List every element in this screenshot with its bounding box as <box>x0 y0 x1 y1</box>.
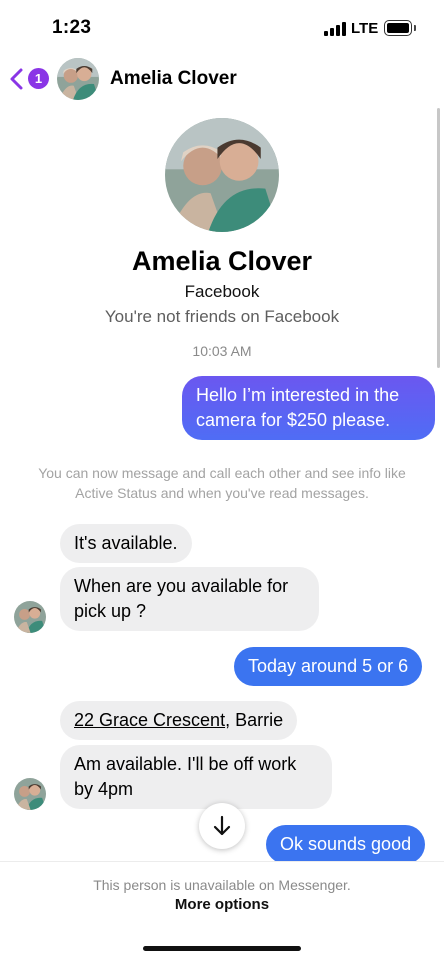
chat-title[interactable]: Amelia Clover <box>110 68 237 90</box>
unread-badge: 1 <box>28 68 49 89</box>
message-outgoing[interactable]: Today around 5 or 6 <box>234 647 423 686</box>
status-time: 1:23 <box>52 17 92 38</box>
scroll-to-bottom-button[interactable] <box>199 803 245 849</box>
more-options-link[interactable]: More options <box>0 896 444 913</box>
friend-status: You're not friends on Facebook <box>104 307 340 326</box>
avatar-photo <box>57 58 99 100</box>
message-incoming[interactable]: It's available. <box>60 524 192 563</box>
chat-header: 1 Amelia Clover <box>0 54 444 104</box>
scrollbar[interactable] <box>437 108 440 368</box>
battery-icon <box>384 20 412 36</box>
chevron-left-icon <box>10 68 23 90</box>
home-indicator[interactable] <box>143 946 301 951</box>
profile-platform: Facebook <box>184 282 260 301</box>
message-incoming[interactable]: When are you available for pick up ? <box>60 567 319 631</box>
message-outgoing[interactable]: Ok sounds good <box>266 825 426 864</box>
avatar-photo <box>14 778 46 810</box>
profile-photo <box>165 118 279 232</box>
avatar-photo <box>14 601 46 633</box>
message-incoming[interactable]: 22 Grace Crescent, Barrie <box>60 701 298 740</box>
avatar[interactable] <box>14 778 46 810</box>
profile-name: Amelia Clover <box>131 246 313 276</box>
system-notice: You can now message and call each other … <box>38 465 406 501</box>
address-link[interactable]: 22 Grace Crescent <box>74 710 225 730</box>
avatar[interactable] <box>57 58 99 100</box>
back-button[interactable]: 1 <box>8 65 50 93</box>
message-timestamp: 10:03 AM <box>192 343 252 359</box>
composer-footer: This person is unavailable on Messenger.… <box>0 861 444 960</box>
battery-tip <box>414 25 416 31</box>
signal-icon <box>324 22 346 36</box>
unavailable-notice: This person is unavailable on Messenger. <box>93 877 351 893</box>
profile-avatar[interactable] <box>165 118 279 232</box>
arrow-down-icon <box>213 815 231 835</box>
avatar[interactable] <box>14 601 46 633</box>
message-incoming[interactable]: Am available. I'll be off work by 4pm <box>60 745 332 809</box>
status-bar: 1:23 LTE <box>0 0 444 52</box>
address-city: , Barrie <box>225 710 284 730</box>
network-label: LTE <box>351 20 379 37</box>
message-outgoing[interactable]: Hello I’m interested in the camera for $… <box>182 376 435 440</box>
